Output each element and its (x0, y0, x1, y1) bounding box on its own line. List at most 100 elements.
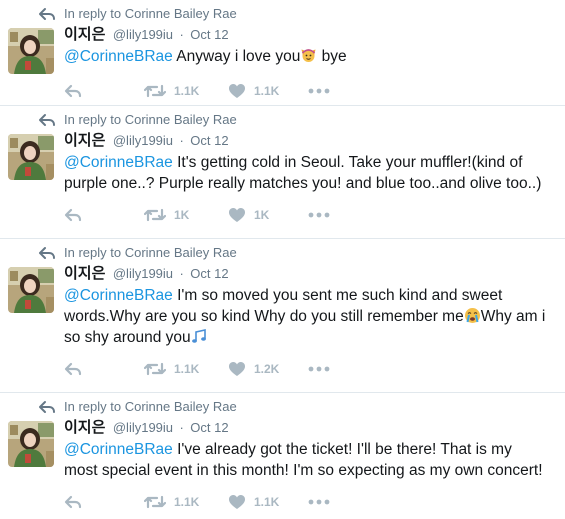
like-count: 1.2K (254, 362, 280, 376)
person-raising-hands-emoji (300, 47, 317, 64)
like-button[interactable]: 1.1K (228, 83, 308, 99)
retweet-button[interactable]: 1K (144, 207, 228, 223)
avatar[interactable] (8, 421, 54, 467)
like-button[interactable]: 1K (228, 207, 308, 223)
reply-context: In reply to Corinne Bailey Rae (64, 6, 555, 22)
more-button[interactable] (308, 212, 330, 218)
mention-link[interactable]: @CorinneBRae (64, 154, 173, 171)
reply-button[interactable] (64, 207, 144, 223)
more-icon (308, 366, 330, 372)
tweet-text: @CorinneBRae I'm so moved you sent me su… (64, 285, 555, 348)
timestamp[interactable]: Oct 12 (190, 133, 228, 148)
more-button[interactable] (308, 366, 330, 372)
heart-icon (228, 361, 246, 377)
retweet-count: 1K (174, 208, 190, 222)
tweet-text: @CorinneBRae I've already got the ticket… (64, 439, 555, 481)
timestamp[interactable]: Oct 12 (190, 27, 228, 42)
user-handle[interactable]: @lily199iu (113, 27, 173, 42)
reply-button[interactable] (64, 494, 144, 510)
reply-context-prefix: In reply to (64, 245, 122, 260)
retweet-icon (144, 494, 166, 510)
like-count: 1.1K (254, 84, 280, 98)
reply-context: In reply to Corinne Bailey Rae (64, 112, 555, 128)
tweet-text: @CorinneBRae Anyway i love you bye (64, 46, 555, 67)
reply-context-user[interactable]: Corinne Bailey Rae (125, 6, 237, 21)
more-icon (308, 212, 330, 218)
heart-icon (228, 207, 246, 223)
reply-context-icon (38, 112, 56, 128)
mention-link[interactable]: @CorinneBRae (64, 441, 173, 458)
more-icon (308, 88, 330, 94)
separator: · (179, 420, 184, 435)
reply-context-user[interactable]: Corinne Bailey Rae (125, 245, 237, 260)
reply-icon (64, 83, 82, 99)
reply-context-icon (38, 399, 56, 415)
tweet-text: @CorinneBRae It's getting cold in Seoul.… (64, 152, 555, 194)
retweet-button[interactable]: 1.1K (144, 361, 228, 377)
like-count: 1K (254, 208, 270, 222)
reply-context-prefix: In reply to (64, 399, 122, 414)
tweet-text-part: Anyway i love you (172, 48, 301, 65)
tweet[interactable]: In reply to Corinne Bailey Rae 이지은 @lily… (0, 106, 565, 239)
retweet-icon (144, 207, 166, 223)
tweet-header: 이지은 @lily199iu · Oct 12 (64, 265, 555, 282)
user-name[interactable]: 이지은 (64, 265, 105, 282)
tweet-text-part: bye (317, 48, 347, 65)
retweet-button[interactable]: 1.1K (144, 83, 228, 99)
separator: · (179, 266, 184, 281)
reply-context-prefix: In reply to (64, 112, 122, 127)
tweet[interactable]: In reply to Corinne Bailey Rae 이지은 @lily… (0, 239, 565, 393)
user-handle[interactable]: @lily199iu (113, 266, 173, 281)
tweet-feed: In reply to Corinne Bailey Rae 이지은 @lily… (0, 0, 565, 518)
separator: · (179, 27, 184, 42)
user-handle[interactable]: @lily199iu (113, 420, 173, 435)
user-name[interactable]: 이지은 (64, 419, 105, 436)
reply-context: In reply to Corinne Bailey Rae (64, 245, 555, 261)
tweet[interactable]: In reply to Corinne Bailey Rae 이지은 @lily… (0, 0, 565, 106)
reply-context: In reply to Corinne Bailey Rae (64, 399, 555, 415)
avatar[interactable] (8, 134, 54, 180)
tweet-header: 이지은 @lily199iu · Oct 12 (64, 419, 555, 436)
separator: · (179, 133, 184, 148)
more-icon (308, 499, 330, 505)
like-count: 1.1K (254, 495, 280, 509)
timestamp[interactable]: Oct 12 (190, 420, 228, 435)
reply-context-user[interactable]: Corinne Bailey Rae (125, 112, 237, 127)
reply-context-user[interactable]: Corinne Bailey Rae (125, 399, 237, 414)
mention-link[interactable]: @CorinneBRae (64, 287, 173, 304)
tweet[interactable]: In reply to Corinne Bailey Rae 이지은 @lily… (0, 393, 565, 518)
reply-icon (64, 361, 82, 377)
tweet-actions: 1.1K 1.1K (64, 485, 555, 519)
heart-icon (228, 83, 246, 99)
reply-button[interactable] (64, 361, 144, 377)
reply-context-icon (38, 6, 56, 22)
like-button[interactable]: 1.1K (228, 494, 308, 510)
retweet-button[interactable]: 1.1K (144, 494, 228, 510)
reply-context-icon (38, 245, 56, 261)
more-button[interactable] (308, 499, 330, 505)
timestamp[interactable]: Oct 12 (190, 266, 228, 281)
mention-link[interactable]: @CorinneBRae (64, 48, 173, 65)
retweet-icon (144, 83, 166, 99)
user-name[interactable]: 이지은 (64, 26, 105, 43)
tweet-actions: 1K 1K (64, 198, 555, 232)
tweet-header: 이지은 @lily199iu · Oct 12 (64, 26, 555, 43)
reply-button[interactable] (64, 83, 144, 99)
reply-icon (64, 207, 82, 223)
avatar[interactable] (8, 28, 54, 74)
retweet-icon (144, 361, 166, 377)
more-button[interactable] (308, 88, 330, 94)
reply-context-prefix: In reply to (64, 6, 122, 21)
retweet-count: 1.1K (174, 362, 200, 376)
user-name[interactable]: 이지은 (64, 132, 105, 149)
loudly-crying-face-emoji (464, 307, 481, 324)
avatar[interactable] (8, 267, 54, 313)
tweet-actions: 1.1K 1.2K (64, 352, 555, 386)
reply-icon (64, 494, 82, 510)
tweet-header: 이지은 @lily199iu · Oct 12 (64, 132, 555, 149)
retweet-count: 1.1K (174, 495, 200, 509)
like-button[interactable]: 1.2K (228, 361, 308, 377)
tweet-actions: 1.1K 1.1K (64, 74, 555, 108)
user-handle[interactable]: @lily199iu (113, 133, 173, 148)
retweet-count: 1.1K (174, 84, 200, 98)
